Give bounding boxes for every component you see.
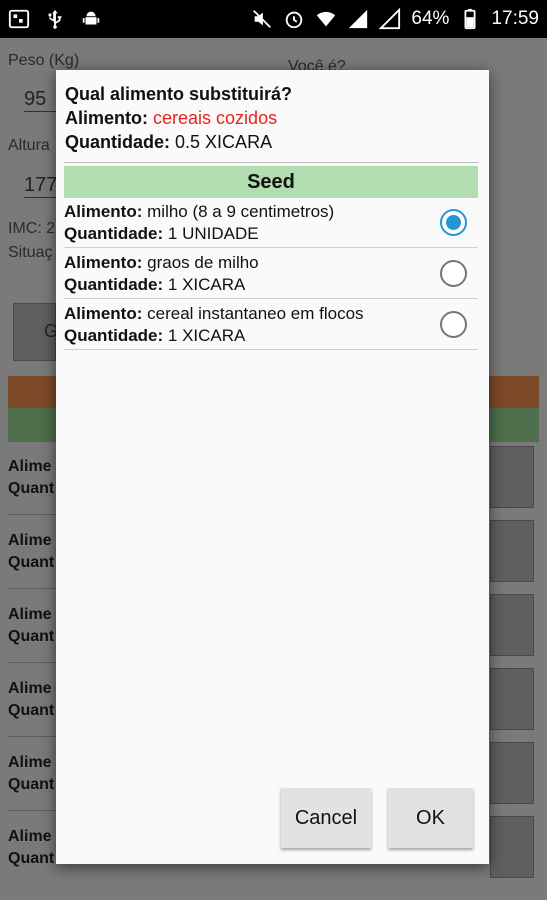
list-item[interactable]: Alime Quant xyxy=(8,826,54,870)
group-header-seed: Seed xyxy=(64,166,478,198)
usb-icon xyxy=(44,8,66,30)
list-item[interactable]: Alime Quant xyxy=(8,604,54,648)
row-quantidade: Quant xyxy=(8,702,55,719)
row-quantidade: Quant xyxy=(8,480,55,497)
battery-percent: 64% xyxy=(411,8,450,29)
battery-icon xyxy=(459,8,481,30)
row-alimento: Alime xyxy=(8,458,52,475)
option-alimento: milho (8 a 9 centimetros) xyxy=(147,202,335,221)
current-alimento: Alimento: cereais cozidos xyxy=(65,106,479,130)
option-quantidade-label: Quantidade: xyxy=(64,224,164,243)
header-divider xyxy=(64,162,478,163)
row-action-button[interactable] xyxy=(490,668,534,730)
option-alimento-label: Alimento: xyxy=(64,304,143,323)
list-item[interactable]: Alime Quant xyxy=(8,678,54,722)
altura-label: Altura xyxy=(8,137,50,154)
alimento-value: cereais cozidos xyxy=(153,108,278,128)
mute-icon xyxy=(251,8,273,30)
wifi-icon xyxy=(315,8,337,30)
option-item[interactable]: Alimento: graos de milho Quantidade: 1 X… xyxy=(64,249,478,299)
option-alimento: graos de milho xyxy=(147,253,259,272)
row-quantidade: Quant xyxy=(8,776,55,793)
option-alimento-label: Alimento: xyxy=(64,253,143,272)
option-radio-selected[interactable] xyxy=(440,209,467,236)
altura-field[interactable]: 177 xyxy=(24,174,58,198)
option-text: Alimento: cereal instantaneo em flocos Q… xyxy=(64,303,364,347)
row-quantidade: Quant xyxy=(8,628,55,645)
list-item[interactable]: Alime Quant xyxy=(8,752,54,796)
option-item[interactable]: Alimento: milho (8 a 9 centimetros) Quan… xyxy=(64,198,478,248)
row-alimento: Alime xyxy=(8,606,52,623)
option-text: Alimento: milho (8 a 9 centimetros) Quan… xyxy=(64,201,334,245)
situacao-label: Situaç xyxy=(8,244,53,261)
quantidade-value: 0.5 XICARA xyxy=(175,132,273,152)
row-action-button[interactable] xyxy=(490,816,534,878)
substitute-dialog: Qual alimento substituirá? Alimento: cer… xyxy=(56,70,489,864)
signal-4g-icon xyxy=(347,8,369,30)
option-radio[interactable] xyxy=(440,311,467,338)
list-item[interactable]: Alime Quant xyxy=(8,530,54,574)
alimento-label: Alimento: xyxy=(65,108,148,128)
option-quantidade: 1 UNIDADE xyxy=(167,224,259,243)
current-quantidade: Quantidade: 0.5 XICARA xyxy=(65,130,479,154)
option-quantidade: 1 XICARA xyxy=(167,275,246,294)
row-alimento: Alime xyxy=(8,680,52,697)
row-alimento: Alime xyxy=(8,828,52,845)
row-action-button[interactable] xyxy=(490,446,534,508)
row-quantidade: Quant xyxy=(8,554,55,571)
notification-icons xyxy=(8,8,102,30)
clock: 17:59 xyxy=(491,8,539,29)
android-debug-icon xyxy=(80,8,102,30)
bbm-icon xyxy=(8,8,30,30)
option-alimento-label: Alimento: xyxy=(64,202,143,221)
option-alimento: cereal instantaneo em flocos xyxy=(147,304,364,323)
dialog-header: Qual alimento substituirá? Alimento: cer… xyxy=(65,82,479,154)
option-quantidade-label: Quantidade: xyxy=(64,275,164,294)
system-status: 64% 17:59 xyxy=(251,8,539,30)
calculate-button[interactable]: G xyxy=(13,303,58,361)
row-alimento: Alime xyxy=(8,754,52,771)
option-item[interactable]: Alimento: cereal instantaneo em flocos Q… xyxy=(64,300,478,350)
option-quantidade-label: Quantidade: xyxy=(64,326,164,345)
status-bar: 64% 17:59 xyxy=(0,0,547,38)
ok-button[interactable]: OK xyxy=(388,788,473,848)
row-action-button[interactable] xyxy=(490,742,534,804)
alarm-icon xyxy=(283,8,305,30)
peso-field[interactable]: 95 xyxy=(24,88,58,112)
peso-label: Peso (Kg) xyxy=(8,52,80,69)
cancel-button[interactable]: Cancel xyxy=(281,788,371,848)
list-item[interactable]: Alime Quant xyxy=(8,456,54,500)
option-quantidade: 1 XICARA xyxy=(167,326,246,345)
row-alimento: Alime xyxy=(8,532,52,549)
dialog-title: Qual alimento substituirá? xyxy=(65,84,293,104)
option-text: Alimento: graos de milho Quantidade: 1 X… xyxy=(64,252,259,296)
row-action-button[interactable] xyxy=(490,594,534,656)
imc-label: IMC: 2 xyxy=(8,220,56,237)
quantidade-label: Quantidade: xyxy=(65,132,171,152)
signal-2g-icon xyxy=(379,8,401,30)
option-radio[interactable] xyxy=(440,260,467,287)
row-action-button[interactable] xyxy=(490,520,534,582)
row-quantidade: Quant xyxy=(8,850,55,867)
